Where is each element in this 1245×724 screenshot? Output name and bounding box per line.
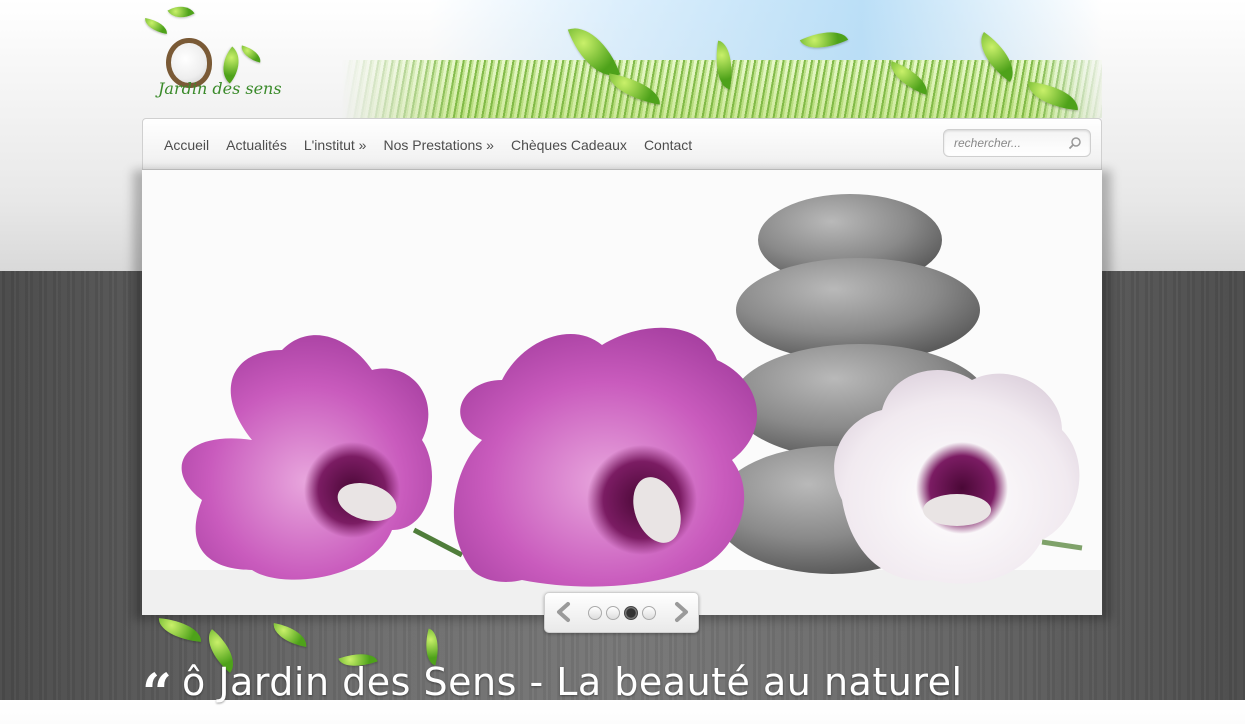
hibiscus-stones-illustration	[142, 194, 1102, 615]
slide-dot-2[interactable]	[606, 606, 620, 620]
leaf-icon	[143, 18, 169, 34]
slide-dot-3-active[interactable]	[624, 606, 638, 620]
leaf-icon	[238, 45, 264, 63]
leaf-icon	[799, 21, 849, 59]
nav-item-contact[interactable]: Contact	[644, 137, 692, 153]
pink-hibiscus-flower	[453, 327, 758, 587]
leaf-icon	[167, 0, 195, 25]
nav-item-actualites[interactable]: Actualités	[226, 137, 287, 153]
site-logo[interactable]	[142, 0, 292, 116]
pink-hibiscus-flower	[181, 335, 464, 580]
slider-pagination	[588, 606, 656, 620]
quote-mark: “	[142, 663, 172, 724]
slider-controls	[544, 592, 699, 633]
search-input[interactable]	[954, 135, 1064, 151]
navigation-bar: Accueil Actualités L'institut » Nos Pres…	[142, 118, 1102, 170]
nav-item-prestations[interactable]: Nos Prestations »	[383, 137, 494, 153]
page-heading-text: ô Jardin des Sens - La beauté au naturel	[182, 660, 963, 704]
nav-item-institut[interactable]: L'institut »	[304, 137, 367, 153]
page-heading: ô Jardin des Sens - La beauté au naturel	[182, 660, 963, 704]
previous-slide-arrow-icon[interactable]	[553, 601, 575, 623]
slide-dot-1[interactable]	[588, 606, 602, 620]
logo-text: Jardin des sens	[158, 79, 282, 98]
nav-item-accueil[interactable]: Accueil	[164, 137, 209, 153]
search-box	[943, 129, 1091, 157]
slideshow-image	[142, 170, 1102, 615]
nav-item-cheques-cadeaux[interactable]: Chèques Cadeaux	[511, 137, 627, 153]
next-slide-arrow-icon[interactable]	[670, 601, 692, 623]
main-menu: Accueil Actualités L'institut » Nos Pres…	[164, 137, 709, 153]
slide-dot-4[interactable]	[642, 606, 656, 620]
search-icon[interactable]	[1068, 136, 1082, 150]
